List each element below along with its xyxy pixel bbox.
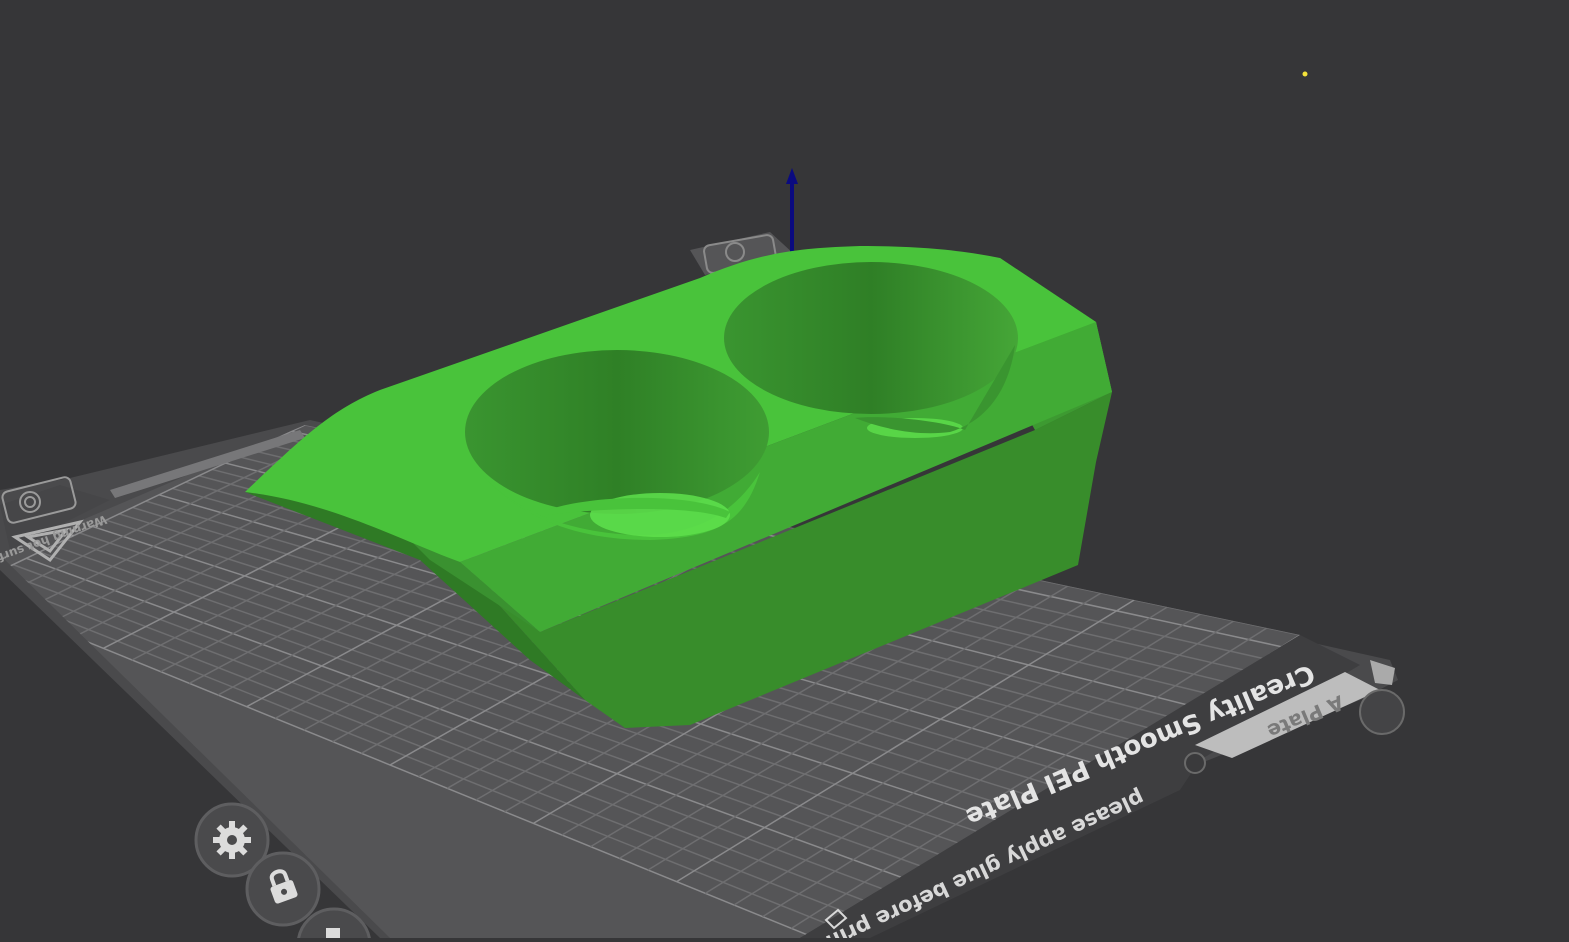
3d-viewport[interactable]: Warning hot surface Creality Smooth PEI … (0, 0, 1569, 942)
plate-screw-icon (1359, 689, 1405, 735)
edit-icon (326, 928, 340, 938)
lock-button[interactable] (245, 851, 321, 927)
light-indicator-icon (1302, 71, 1308, 77)
gear-icon (213, 821, 251, 859)
